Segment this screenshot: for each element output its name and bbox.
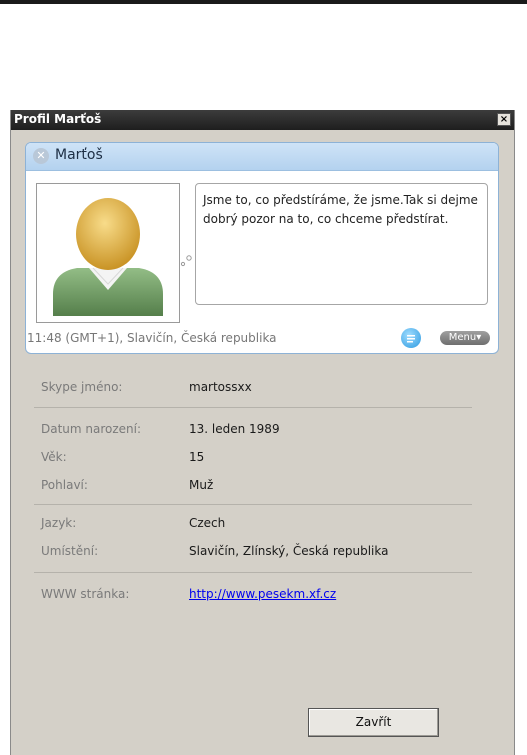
close-button[interactable]: Zavřít: [308, 708, 439, 737]
mood-message: Jsme to, co předstíráme, že jsme.Tak si …: [195, 183, 488, 305]
divider: [34, 572, 472, 573]
skype-name-label: Skype jméno:: [41, 380, 123, 394]
birth-date-value: 13. leden 1989: [189, 422, 280, 436]
age-label: Věk:: [41, 450, 67, 464]
website-label: WWW stránka:: [41, 587, 130, 601]
offline-status-icon: ✕: [33, 148, 49, 164]
top-border: [0, 0, 527, 4]
card-header: ✕ Marťoš: [26, 143, 498, 171]
window-title: Profil Marťoš: [14, 112, 102, 126]
title-bar[interactable]: Profil Marťoš ×: [11, 110, 514, 130]
location-label: Umístění:: [41, 544, 99, 558]
menu-button[interactable]: Menu▾: [440, 331, 490, 345]
language-value: Czech: [189, 516, 226, 530]
close-window-button[interactable]: ×: [497, 113, 511, 126]
avatar[interactable]: [36, 183, 180, 323]
chat-icon[interactable]: [401, 328, 421, 348]
birth-date-label: Datum narození:: [41, 422, 142, 436]
website-link[interactable]: http://www.pesekm.xf.cz: [189, 587, 336, 601]
local-time-location: 11:48 (GMT+1), Slavičín, Česká republika: [27, 331, 277, 345]
age-value: 15: [189, 450, 205, 464]
divider: [34, 407, 472, 408]
profile-card: ✕ Marťoš Jsme to, co předstíráme, že jsm…: [25, 142, 499, 354]
contact-name: Marťoš: [55, 147, 103, 163]
default-avatar-icon: [53, 198, 163, 316]
profile-window: Profil Marťoš × ✕ Marťoš Jsme to, co pře…: [10, 110, 515, 755]
divider: [34, 504, 472, 505]
language-label: Jazyk:: [41, 516, 77, 530]
location-value: Slavičín, Zlínský, Česká republika: [189, 544, 389, 558]
gender-label: Pohlaví:: [41, 478, 88, 492]
skype-name-value: martossxx: [189, 380, 252, 394]
chat-bubble-icon: [407, 335, 415, 343]
gender-value: Muž: [189, 478, 214, 492]
connector-icon: [180, 255, 192, 267]
